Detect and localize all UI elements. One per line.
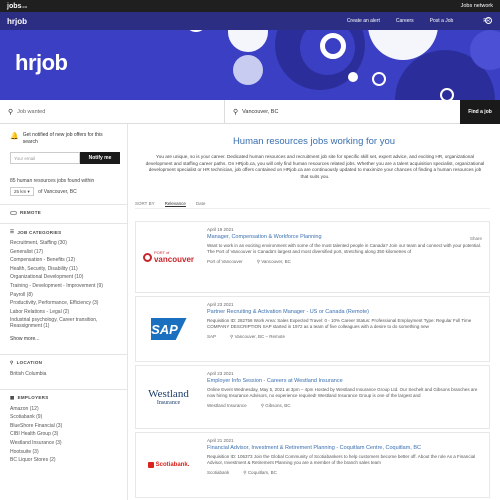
- job-date: April 21 2021: [207, 438, 234, 443]
- category-item[interactable]: Compensation - Benefits (12): [10, 256, 117, 265]
- category-item[interactable]: Generalist (17): [10, 248, 117, 257]
- employer-item[interactable]: Scotiabank (9): [10, 413, 117, 422]
- where-field[interactable]: ⚲ Vancouver, BC: [225, 100, 460, 124]
- intro-text: You are unique, so is your career. Dedic…: [145, 154, 485, 179]
- share-button[interactable]: Share: [470, 236, 482, 241]
- decor-circle: [440, 88, 454, 100]
- job-title[interactable]: Manager, Compensation & Workforce Planni…: [207, 234, 482, 240]
- company-logo: Westland Insurance: [148, 388, 189, 406]
- jobs-network-logo[interactable]: jobs•ca: [7, 3, 27, 10]
- job-location: ⚲ Gibsons, BC: [260, 403, 291, 408]
- what-field[interactable]: ⚲ Job wanted: [0, 100, 225, 124]
- category-item[interactable]: Payroll (8): [10, 291, 117, 300]
- job-card[interactable]: PORT of vancouver April 19 2021 Manager, …: [135, 221, 490, 293]
- list-icon: ☰: [10, 229, 15, 234]
- job-date: April 23 2021: [207, 371, 234, 376]
- decor-circle: [372, 72, 386, 86]
- employer-item[interactable]: BC Liquor Stores (2): [10, 456, 117, 465]
- job-description: Online Event Wednesday, May 5, 2021 at 3…: [207, 387, 478, 398]
- search-bar: ⚲ Job wanted ⚲ Vancouver, BC Find a job: [0, 100, 500, 124]
- employer-item[interactable]: Amazon (12): [10, 405, 117, 414]
- category-item[interactable]: Organizational Development (10): [10, 273, 117, 282]
- location-pin-icon: ⚲: [233, 109, 239, 116]
- scotiabank-mark-icon: [147, 462, 154, 468]
- page-title: Human resources jobs working for you: [232, 136, 396, 147]
- job-card[interactable]: Westland Insurance April 23 2021 Employer…: [135, 365, 490, 429]
- sort-date[interactable]: Date: [196, 201, 206, 206]
- company-logo: Scotiabank.: [136, 433, 201, 497]
- nav-create-alert[interactable]: Create an alert: [347, 18, 380, 24]
- job-company[interactable]: Westland Insurance: [207, 403, 247, 409]
- hero-banner: hrjob: [0, 30, 500, 100]
- radius-select[interactable]: 25 km ▾: [10, 187, 34, 196]
- sort-relevance[interactable]: Relevance: [164, 201, 186, 207]
- result-count: 85 human resources jobs found within: [10, 178, 95, 184]
- decor-circle: [185, 30, 207, 32]
- nav-post-job[interactable]: Post a Job: [430, 18, 454, 24]
- employer-item[interactable]: Westland Insurance (3): [10, 439, 117, 448]
- bell-icon: 🔔: [10, 133, 19, 140]
- email-input[interactable]: Your email: [10, 152, 80, 164]
- job-title[interactable]: Employer Info Session - Careers at Westl…: [207, 378, 482, 384]
- top-bar: jobs•ca Jobs network: [0, 0, 500, 12]
- decor-circle: [320, 33, 346, 59]
- search-icon: ⚲: [8, 109, 14, 116]
- company-logo: PORT of vancouver: [136, 222, 201, 292]
- find-job-button[interactable]: Find a job: [460, 100, 500, 124]
- job-title[interactable]: Partner Recruiting & Activation Manager …: [207, 309, 482, 315]
- sort-label: SORT BY: [135, 201, 155, 206]
- location-item[interactable]: British Columbia: [10, 370, 117, 379]
- category-item[interactable]: Training - Development - Improvement (9): [10, 282, 117, 291]
- categories-section: ☰ JOB CATEGORIES Recruitment, Staffing (3…: [0, 223, 127, 344]
- hrjob-logo[interactable]: hrjob: [15, 50, 68, 76]
- main-nav: hrjob Create an alert Careers Post a Job…: [0, 12, 500, 30]
- location-pin-icon: ⚲: [10, 359, 14, 365]
- port-vancouver-mark-icon: [142, 252, 152, 262]
- employer-item[interactable]: CIBI Health Group (3): [10, 430, 117, 439]
- notify-me-button[interactable]: Notify me: [80, 152, 120, 164]
- job-company[interactable]: Port of Vancouver: [207, 259, 243, 265]
- job-description: Requisition ID: 282756 Work Area: Sales …: [207, 318, 472, 329]
- remote-section: REMOTE: [0, 204, 127, 215]
- job-location: ⚲ Vancouver, BC – Remote: [230, 334, 286, 339]
- employer-item[interactable]: Hootsuite (3): [10, 448, 117, 457]
- remote-toggle-icon[interactable]: [10, 210, 17, 215]
- nav-careers[interactable]: Careers: [396, 18, 414, 24]
- job-location: ⚲ Coquitlam, BC: [243, 470, 277, 475]
- of-location: of Vancouver, BC: [38, 189, 77, 195]
- job-location: ⚲ Vancouver, BC: [256, 259, 291, 264]
- decor-circle: [228, 30, 268, 52]
- category-item[interactable]: Industrial psychology, Career transition…: [10, 317, 117, 329]
- category-item[interactable]: Recruitment, Staffing (30): [10, 239, 117, 248]
- location-section: ⚲ LOCATION British Columbia: [0, 353, 127, 379]
- decor-circle: [348, 72, 358, 82]
- category-item[interactable]: Productivity, Performance, Efficiency (3…: [10, 299, 117, 308]
- job-description: Requisition ID: 106373 Join the Global C…: [207, 454, 476, 465]
- category-item[interactable]: Labor Relations - Legal (2): [10, 308, 117, 317]
- sort-bar: SORT BY Relevance Date: [135, 199, 490, 209]
- decor-circle: [233, 55, 263, 85]
- where-value: Vancouver, BC: [242, 109, 279, 115]
- notify-text: Get notified of new job offers for this …: [22, 132, 103, 145]
- job-title[interactable]: Financial Advisor, Investment & Retireme…: [207, 445, 482, 451]
- show-more-link[interactable]: Show more...: [10, 335, 117, 344]
- job-date: April 19 2021: [207, 227, 234, 232]
- job-company[interactable]: Scotiabank: [207, 470, 229, 476]
- company-logo: SAP: [136, 297, 201, 361]
- job-description: Want to work in an exciting environment …: [207, 243, 481, 254]
- employer-item[interactable]: BlueShore Financial (3): [10, 422, 117, 431]
- user-icon[interactable]: [485, 17, 492, 24]
- category-item[interactable]: Health, Security, Disability (11): [10, 265, 117, 274]
- nav-logo[interactable]: hrjob: [7, 17, 27, 26]
- job-company[interactable]: SAP: [207, 334, 216, 340]
- what-placeholder: Job wanted: [17, 109, 46, 115]
- jobs-network-link[interactable]: Jobs network: [461, 3, 493, 9]
- job-card[interactable]: Scotiabank. April 21 2021 Financial Advi…: [135, 432, 490, 498]
- employers-section: ▦ EMPLOYERS Amazon (12) Scotiabank (9) Bl…: [0, 388, 127, 465]
- filter-sidebar: 🔔 Get notified of new job offers for thi…: [0, 124, 128, 500]
- building-icon: ▦: [10, 394, 15, 400]
- job-card[interactable]: SAP April 23 2021 Partner Recruiting & A…: [135, 296, 490, 362]
- job-date: April 23 2021: [207, 302, 234, 307]
